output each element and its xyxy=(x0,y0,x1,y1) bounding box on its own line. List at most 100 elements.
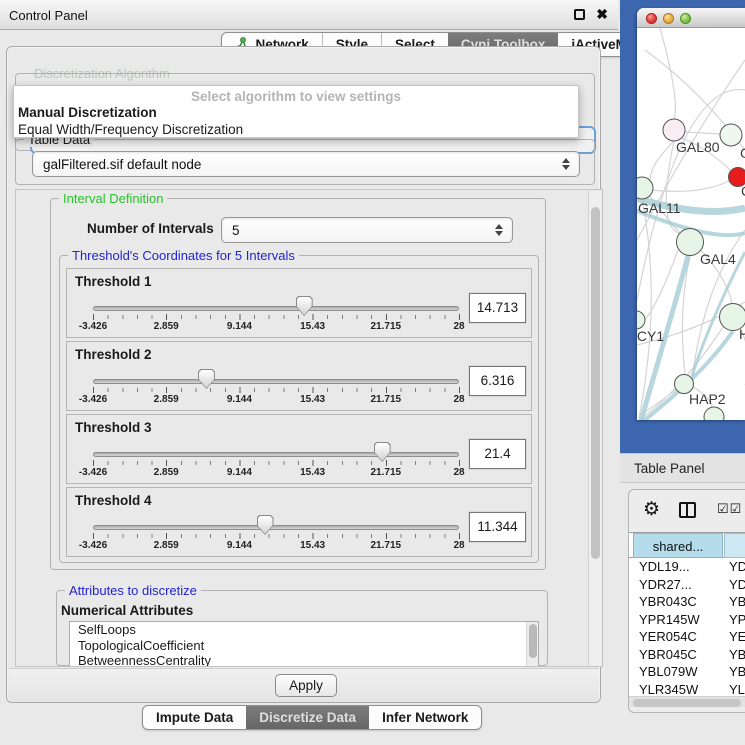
cell-name: YDL1 xyxy=(729,558,745,576)
vertical-scrollbar[interactable] xyxy=(588,191,601,667)
checkbox-icons[interactable]: ☑☑ xyxy=(717,501,742,517)
cell-shared-name: YBR045C xyxy=(639,646,697,664)
close-icon[interactable]: ✖ xyxy=(596,6,608,23)
table-row[interactable]: YBR045C YBR0 xyxy=(629,646,745,664)
table-row[interactable]: YLR345WYLR3 xyxy=(629,681,745,697)
threshold-label: Threshold 3 xyxy=(75,420,152,435)
threshold-value-field[interactable]: 21.4 xyxy=(469,439,526,469)
tick-label: 9.144 xyxy=(227,394,252,405)
network-edge[interactable] xyxy=(684,132,721,134)
cell-shared-name: YER054C xyxy=(639,628,697,646)
tick-label: 15.43 xyxy=(300,394,325,405)
node-label: H xyxy=(739,326,745,342)
number-of-intervals-combo[interactable]: 5 xyxy=(221,217,513,243)
node-label: GAL80 xyxy=(676,139,720,155)
table-panel: ⚙ ☑☑ shared... n YDL19... YDL1YDR27...YDR… xyxy=(628,489,745,713)
network-window-titlebar[interactable] xyxy=(637,8,745,28)
network-node-gcy1[interactable] xyxy=(637,311,645,329)
node-label: GAL4 xyxy=(700,251,736,267)
threshold-slider-track[interactable] xyxy=(93,306,459,311)
numerical-attributes-list[interactable]: SelfLoopsTopologicalCoefficientBetweenne… xyxy=(69,621,539,667)
column-header-name[interactable]: n xyxy=(724,533,745,558)
tab-infer-network[interactable]: Infer Network xyxy=(369,706,481,729)
tick-label: 15.43 xyxy=(300,467,325,478)
table-row[interactable]: YER054CYER0 xyxy=(629,628,745,646)
close-traffic-icon[interactable] xyxy=(646,13,657,24)
threshold-value-field[interactable]: 6.316 xyxy=(469,366,526,396)
network-node[interactable] xyxy=(704,407,724,420)
settings-scroll-area: Interval Definition Number of Intervals … xyxy=(15,189,603,667)
network-node-gal11[interactable] xyxy=(637,177,653,199)
column-header-shared-name[interactable]: shared... xyxy=(633,533,723,558)
table-row[interactable]: YBR043CYBR0 xyxy=(629,593,745,611)
columns-icon[interactable] xyxy=(679,502,696,518)
network-canvas[interactable]: GAL80GACGAL11GAL4GCY1HHAP2 xyxy=(637,28,745,420)
algorithm-option[interactable]: Manual Discretization xyxy=(14,104,578,121)
minimize-traffic-icon[interactable] xyxy=(663,13,674,24)
node-label: GCY1 xyxy=(637,328,664,344)
tick-label: -3.426 xyxy=(79,321,107,332)
thresholds-group-title: Threshold's Coordinates for 5 Intervals xyxy=(68,248,299,263)
network-edge[interactable] xyxy=(637,90,745,300)
network-edge[interactable] xyxy=(652,181,729,191)
threshold-slider-thumb[interactable] xyxy=(374,442,391,462)
table-data-combo[interactable]: galFiltered.sif default node xyxy=(32,151,580,177)
cyni-mode-tabs: Impute DataDiscretize Data Infer Network xyxy=(142,705,482,730)
threshold-slider-thumb[interactable] xyxy=(198,369,215,389)
spinner-arrows-icon xyxy=(562,158,570,170)
tab-discretize-data[interactable]: Discretize Data xyxy=(246,706,369,729)
apply-toolbar: Apply xyxy=(9,668,599,702)
cell-shared-name: YDL19... xyxy=(639,558,690,576)
threshold-slider-thumb[interactable] xyxy=(257,515,274,535)
algorithm-option[interactable]: Equal Width/Frequency Discretization xyxy=(14,121,578,138)
attributes-group-title: Attributes to discretize xyxy=(65,583,201,598)
attributes-group: Attributes to discretize Numerical Attri… xyxy=(56,590,548,666)
attribute-list-item[interactable]: SelfLoops xyxy=(70,622,538,638)
tick-label: -3.426 xyxy=(79,394,107,405)
cyni-toolbox-panel: Discretization Algorithm Select algorith… xyxy=(6,46,601,703)
attribute-list-item[interactable]: BetweennessCentrality xyxy=(70,653,538,667)
tab-impute-data[interactable]: Impute Data xyxy=(143,706,246,729)
threshold-slider-track[interactable] xyxy=(93,452,459,457)
network-node-gal80[interactable] xyxy=(663,119,685,141)
node-label: C xyxy=(741,183,745,199)
threshold-slider-thumb[interactable] xyxy=(296,296,313,316)
tick-label: 21.715 xyxy=(371,321,402,332)
network-node-ga[interactable] xyxy=(720,124,742,146)
slider-major-ticks xyxy=(93,533,460,539)
tab-label: Infer Network xyxy=(382,710,468,725)
threshold-value-field[interactable]: 11.344 xyxy=(469,512,526,542)
tick-label: -3.426 xyxy=(79,540,107,551)
apply-button[interactable]: Apply xyxy=(275,674,337,697)
threshold-slider-track[interactable] xyxy=(93,379,459,384)
zoom-traffic-icon[interactable] xyxy=(680,13,691,24)
table-row[interactable]: YDL19... YDL1 xyxy=(629,558,745,576)
float-window-icon[interactable] xyxy=(574,9,585,20)
slider-major-ticks xyxy=(93,387,460,393)
control-panel-titlebar: Control Panel ✖ xyxy=(0,0,618,30)
network-edge[interactable] xyxy=(660,28,675,119)
tick-label: 21.715 xyxy=(371,467,402,478)
tick-label: 21.715 xyxy=(371,540,402,551)
threshold-slider-track[interactable] xyxy=(93,525,459,530)
table-rows: YDL19...YDL1YDR27...YDR2YBR043CYBR0YPR14… xyxy=(629,558,745,696)
cell-shared-name: YBL079W xyxy=(639,663,698,681)
tick-label: 21.715 xyxy=(371,394,402,405)
cell-name: YBL0 xyxy=(729,663,745,681)
network-view-window[interactable]: GAL80GACGAL11GAL4GCY1HHAP2 xyxy=(637,8,745,420)
table-header-row: shared... n xyxy=(629,532,745,558)
list-scrollbar[interactable] xyxy=(526,622,538,666)
threshold-value-field[interactable]: 14.713 xyxy=(469,293,526,323)
slider-major-ticks xyxy=(93,314,460,320)
table-row[interactable]: YPR145WYPR1 xyxy=(629,611,745,629)
tick-label: -3.426 xyxy=(79,467,107,478)
threshold-panel: Threshold 4 11.344 -3.4262.8599.14415.43… xyxy=(66,487,532,557)
table-row[interactable]: YDR27...YDR2 xyxy=(629,576,745,594)
attribute-list-item[interactable]: TopologicalCoefficient xyxy=(70,638,538,654)
cell-shared-name: YBR043C xyxy=(639,593,697,611)
cell-name: YBR0 xyxy=(729,646,745,664)
table-row[interactable]: YBL079W YBL0 xyxy=(629,663,745,681)
table-data-group: Table Data galFiltered.sif default node xyxy=(15,139,595,185)
horizontal-scrollbar[interactable] xyxy=(629,696,745,707)
gear-icon[interactable]: ⚙ xyxy=(643,498,660,521)
